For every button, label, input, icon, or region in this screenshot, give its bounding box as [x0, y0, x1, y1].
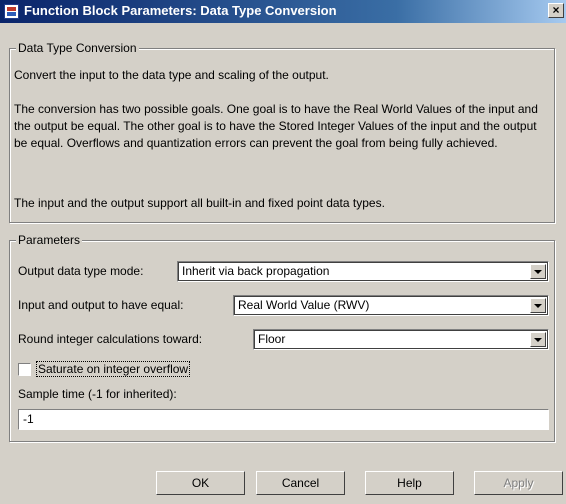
block-group-legend: Data Type Conversion: [16, 41, 139, 55]
window-title: Function Block Parameters: Data Type Con…: [24, 3, 337, 18]
equal-label: Input and output to have equal:: [18, 298, 184, 312]
description-line-1: Convert the input to the data type and s…: [14, 68, 329, 82]
chevron-down-icon[interactable]: [530, 264, 546, 279]
cancel-button[interactable]: Cancel: [256, 471, 345, 495]
sample-time-label: Sample time (-1 for inherited):: [18, 387, 177, 401]
saturate-checkbox[interactable]: [18, 363, 31, 376]
ok-button[interactable]: OK: [156, 471, 245, 495]
output-mode-value: Inherit via back propagation: [182, 264, 330, 278]
simulink-block-icon: [4, 4, 19, 19]
round-label: Round integer calculations toward:: [18, 332, 203, 346]
output-mode-label: Output data type mode:: [18, 264, 144, 278]
equal-value: Real World Value (RWV): [238, 298, 370, 312]
title-bar: Function Block Parameters: Data Type Con…: [0, 0, 566, 23]
equal-select[interactable]: Real World Value (RWV): [233, 295, 549, 316]
round-value: Floor: [258, 332, 286, 346]
help-button[interactable]: Help: [365, 471, 454, 495]
sample-time-input[interactable]: -1: [18, 409, 549, 430]
description-line-3: The input and the output support all bui…: [14, 196, 385, 210]
apply-button[interactable]: Apply: [474, 471, 563, 495]
parameters-group-legend: Parameters: [16, 233, 83, 247]
round-select[interactable]: Floor: [253, 329, 549, 350]
saturate-label[interactable]: Saturate on integer overflow: [35, 361, 191, 377]
close-button[interactable]: ×: [548, 3, 564, 18]
description-paragraph-2: The conversion has two possible goals. O…: [14, 102, 538, 150]
chevron-down-icon[interactable]: [530, 332, 546, 347]
output-mode-select[interactable]: Inherit via back propagation: [177, 261, 549, 282]
chevron-down-icon[interactable]: [530, 298, 546, 313]
